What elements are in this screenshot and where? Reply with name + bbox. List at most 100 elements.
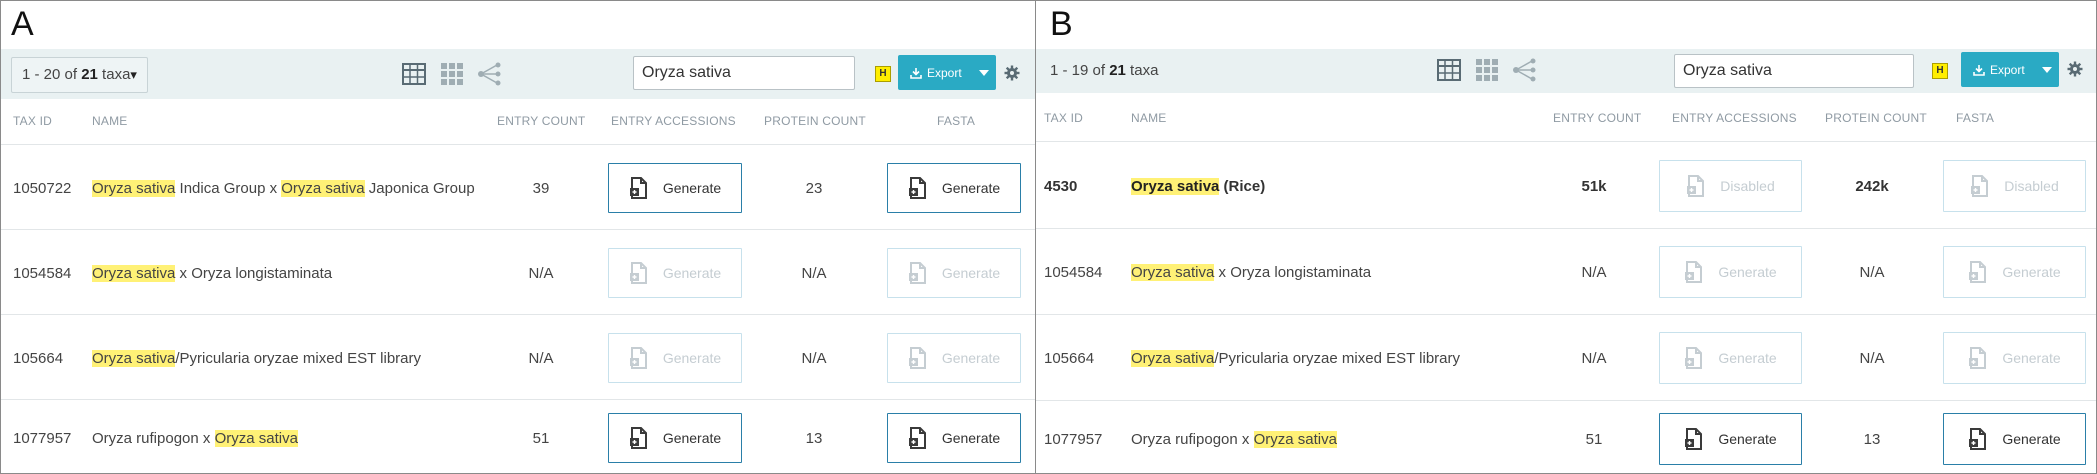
file-generate-icon [629, 427, 647, 449]
tax-id-cell[interactable]: 4530 [1044, 178, 1077, 195]
name-cell[interactable]: Oryza sativa/Pyricularia oryzae mixed ES… [1131, 350, 1460, 367]
page-count: 1 - 19 of 21 taxa [1050, 61, 1158, 81]
table-row: 4530 Oryza sativa (Rice) 51k Disabled 242k Di… [1036, 141, 2096, 229]
entry-count-cell: N/A [528, 264, 554, 282]
name-cell[interactable]: Oryza sativa x Oryza longistaminata [1131, 264, 1371, 281]
export-label: Export [927, 65, 962, 80]
generate-fasta-button[interactable]: Generate [887, 247, 1021, 298]
table-row: 105664 Oryza sativa/Pyricularia oryzae mi… [1, 314, 1035, 400]
name-cell[interactable]: Oryza rufipogon x Oryza sativa [1131, 430, 1337, 448]
name-highlight: Oryza sativa [1131, 350, 1215, 367]
export-button[interactable]: Export [898, 55, 996, 90]
highlight-toggle[interactable]: H [875, 66, 891, 82]
caret-down-icon: ▾ [130, 67, 137, 82]
tax-id-cell[interactable]: 1077957 [1044, 431, 1102, 448]
col-name[interactable]: NAME [1131, 111, 1166, 125]
file-generate-icon [1971, 174, 1989, 197]
file-generate-icon [629, 346, 647, 369]
tax-id-cell[interactable]: 1050722 [13, 180, 71, 197]
download-icon [1973, 64, 1985, 76]
tax-id-cell[interactable]: 1054584 [13, 265, 71, 282]
protein-count-cell: 13 [1863, 430, 1881, 448]
col-name[interactable]: NAME [92, 114, 127, 128]
protein-count-cell: N/A [801, 264, 827, 282]
entry-count-cell: N/A [528, 349, 554, 367]
col-protein-count[interactable]: PROTEIN COUNT [1825, 111, 1927, 125]
name-cell[interactable]: Oryza sativa/Pyricularia oryzae mixed ES… [92, 349, 421, 367]
panel-label: A [11, 5, 34, 43]
caret-down-icon[interactable] [2035, 66, 2059, 73]
search-input[interactable] [1674, 54, 1914, 88]
name-cell[interactable]: Oryza rufipogon x Oryza sativa [92, 430, 298, 447]
name-text: x Oryza longistaminata [1214, 264, 1372, 281]
generate-accessions-button[interactable]: Generate [1659, 246, 1802, 298]
col-entry-accessions: ENTRY ACCESSIONS [611, 114, 736, 128]
protein-count-cell: 242k [1855, 177, 1889, 195]
name-cell[interactable]: Oryza sativa Indica Group x Oryza sativa… [92, 179, 475, 197]
page-count-dropdown[interactable]: 1 - 20 of 21 taxa▾ [11, 57, 148, 93]
caret-down-icon[interactable] [972, 69, 996, 76]
search-input[interactable] [633, 56, 855, 90]
generate-accessions-button[interactable]: Generate [608, 162, 742, 213]
name-highlight: Oryza sativa [1131, 177, 1220, 195]
generate-fasta-button[interactable]: Disabled [1943, 159, 2086, 212]
col-entry-count[interactable]: ENTRY COUNT [1553, 111, 1641, 125]
col-tax-id[interactable]: TAX ID [13, 114, 52, 128]
generate-fasta-button[interactable]: Generate [1943, 332, 2086, 384]
file-generate-icon [1687, 174, 1705, 197]
highlight-toggle[interactable]: H [1932, 63, 1948, 79]
gear-icon[interactable] [2067, 61, 2083, 77]
col-protein-count[interactable]: PROTEIN COUNT [764, 114, 866, 128]
button-label: Generate [941, 179, 1001, 196]
generate-accessions-button[interactable]: Generate [608, 247, 742, 298]
name-cell[interactable]: Oryza sativa (Rice) [1131, 177, 1265, 195]
protein-count-cell: N/A [1859, 264, 1885, 281]
tax-id-cell[interactable]: 1054584 [1044, 264, 1102, 281]
generate-accessions-button[interactable]: Generate [608, 413, 742, 463]
panel-label: B [1050, 5, 1073, 43]
table-row: 1077957 Oryza rufipogon x Oryza sativa 51 G… [1, 399, 1035, 473]
grid-view-icon[interactable] [1474, 57, 1500, 83]
protein-count-cell: 23 [805, 179, 823, 197]
generate-accessions-button[interactable]: Generate [1659, 332, 1802, 384]
file-generate-icon [629, 176, 647, 199]
toolbar: 1 - 19 of 21 taxa H Export [1036, 49, 2096, 93]
generate-accessions-button[interactable]: Generate [1659, 412, 1802, 465]
table-view-icon[interactable] [1436, 57, 1462, 83]
export-button[interactable]: Export [1961, 52, 2059, 87]
table-view-icon[interactable] [401, 61, 427, 87]
button-label: Generate [662, 349, 722, 366]
generate-fasta-button[interactable]: Generate [887, 413, 1021, 463]
name-highlight: Oryza sativa [1253, 430, 1337, 448]
generate-fasta-button[interactable]: Generate [887, 332, 1021, 383]
file-generate-icon [908, 427, 926, 449]
tax-id-cell[interactable]: 1077957 [13, 430, 71, 447]
generate-accessions-button[interactable]: Generate [608, 332, 742, 383]
tax-id-cell[interactable]: 105664 [1044, 350, 1094, 367]
name-cell[interactable]: Oryza sativa x Oryza longistaminata [92, 264, 332, 282]
button-label: Generate [941, 430, 1001, 446]
table-header: TAX ID NAME ENTRY COUNT ENTRY ACCESSIONS… [1036, 111, 2096, 131]
col-entry-count[interactable]: ENTRY COUNT [497, 114, 585, 128]
name-text: /Pyricularia oryzae mixed EST library [1214, 350, 1460, 367]
generate-accessions-button[interactable]: Disabled [1659, 159, 1802, 212]
generate-fasta-button[interactable]: Generate [1943, 412, 2086, 465]
gear-icon[interactable] [1004, 65, 1020, 81]
generate-fasta-button[interactable]: Generate [887, 162, 1021, 213]
tree-view-icon[interactable] [1512, 57, 1538, 83]
entry-count-cell: 51 [1585, 430, 1603, 448]
file-generate-icon [1969, 347, 1987, 369]
grid-view-icon[interactable] [439, 61, 465, 87]
file-generate-icon [1685, 347, 1703, 369]
generate-fasta-button[interactable]: Generate [1943, 246, 2086, 298]
col-tax-id[interactable]: TAX ID [1044, 111, 1083, 125]
button-label: Generate [1718, 430, 1777, 447]
file-generate-icon [908, 346, 926, 369]
entry-count-cell: 51k [1581, 177, 1607, 195]
button-label: Disabled [2004, 177, 2059, 194]
page-unit: taxa [1125, 62, 1159, 79]
name-highlight: Oryza sativa [92, 349, 176, 367]
tax-id-cell[interactable]: 105664 [13, 350, 63, 367]
col-fasta: FASTA [937, 114, 976, 128]
tree-view-icon[interactable] [477, 61, 503, 87]
